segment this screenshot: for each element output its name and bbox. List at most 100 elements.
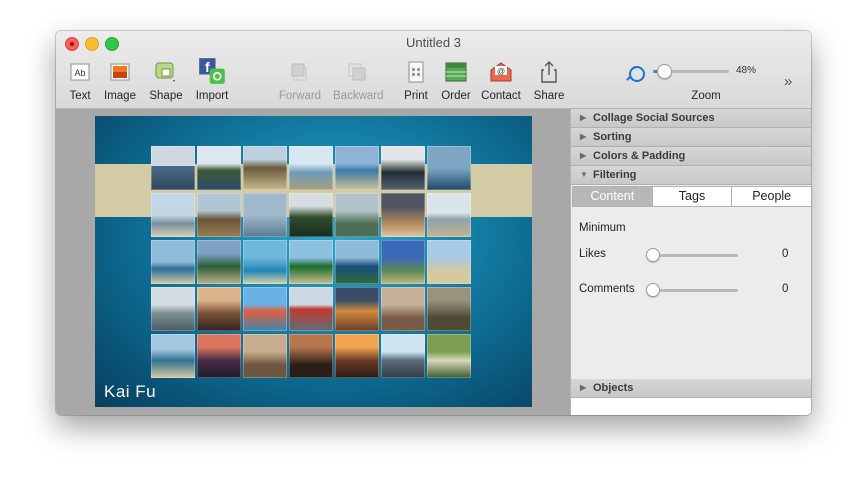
collage-photo[interactable] [381, 146, 425, 190]
filtering-tabs: Content Tags People [572, 186, 811, 207]
send-backward-icon [348, 63, 366, 81]
collage-photo[interactable] [151, 193, 195, 237]
section-sorting[interactable]: ▶ Sorting [571, 128, 811, 147]
canvas-area[interactable]: Kai Fu [56, 109, 570, 415]
svg-text:Ab: Ab [74, 68, 85, 78]
window-title: Untitled 3 [406, 35, 461, 50]
disclosure-triangle-icon: ▶ [580, 383, 587, 392]
collage-photo[interactable] [335, 146, 379, 190]
collage-photo[interactable] [151, 146, 195, 190]
shape-tool-label: Shape [149, 90, 183, 102]
comments-value: 0 [782, 283, 789, 295]
print-button[interactable]: Print [402, 57, 430, 105]
collage-photo[interactable] [381, 240, 425, 284]
collage-photo[interactable] [243, 146, 287, 190]
likes-slider-knob[interactable] [646, 248, 660, 262]
collage-photo[interactable] [197, 334, 241, 378]
collage-photo[interactable] [427, 146, 471, 190]
collage-photo[interactable] [335, 287, 379, 331]
disclosure-triangle-open-icon: ▼ [580, 170, 588, 179]
order-label: Order [441, 90, 471, 102]
collage-photo[interactable] [335, 240, 379, 284]
collage-photo[interactable] [381, 287, 425, 331]
collage-photo[interactable] [243, 240, 287, 284]
collage-photo[interactable] [151, 334, 195, 378]
collage-photo[interactable] [289, 287, 333, 331]
app-window: Untitled 3 Ab Text Image Shape f Import … [56, 31, 811, 415]
collage-name-text[interactable]: Kai Fu [104, 382, 156, 402]
collage-photo[interactable] [151, 287, 195, 331]
comments-slider-knob[interactable] [646, 283, 660, 297]
collage-photo[interactable] [427, 334, 471, 378]
likes-slider[interactable] [651, 254, 738, 257]
disclosure-triangle-icon: ▶ [580, 113, 587, 122]
minimum-label: Minimum [579, 222, 626, 234]
collage-photo[interactable] [243, 193, 287, 237]
collage-photo[interactable] [151, 240, 195, 284]
photo-grid [151, 146, 471, 378]
forward-button[interactable]: Forward [279, 57, 321, 105]
forward-label: Forward [278, 90, 322, 102]
tab-content[interactable]: Content [573, 187, 653, 206]
facebook-instagram-import-icon: f [199, 58, 225, 84]
collage-photo[interactable] [289, 193, 333, 237]
inspector-bottom-area [571, 398, 811, 415]
mail-at-icon: @ [490, 62, 512, 82]
collage-photo[interactable] [427, 287, 471, 331]
collage-photo[interactable] [381, 193, 425, 237]
collage-photo[interactable] [381, 334, 425, 378]
zoom-value: 48% [736, 65, 757, 76]
comments-label: Comments [579, 283, 635, 295]
likes-label: Likes [579, 248, 606, 260]
section-collage-social-sources[interactable]: ▶ Collage Social Sources [571, 109, 811, 128]
collage-photo[interactable] [197, 146, 241, 190]
import-tool-label: Import [195, 90, 229, 102]
collage-photo[interactable] [243, 334, 287, 378]
collage-photo[interactable] [427, 193, 471, 237]
zoom-slider-knob[interactable] [657, 64, 673, 79]
bring-forward-icon [291, 63, 307, 81]
section-objects[interactable]: ▶ Objects [571, 379, 811, 398]
toolbar-overflow-button[interactable]: » [784, 73, 792, 90]
collage-canvas[interactable]: Kai Fu [95, 116, 532, 407]
share-label: Share [533, 90, 565, 102]
backward-label: Backward [333, 90, 384, 102]
section-colors-padding[interactable]: ▶ Colors & Padding [571, 147, 811, 166]
contact-label: Contact [481, 90, 521, 102]
share-button[interactable]: Share [534, 57, 564, 105]
disclosure-triangle-icon: ▶ [580, 151, 587, 160]
collage-photo[interactable] [197, 193, 241, 237]
section-filtering[interactable]: ▼ Filtering [571, 166, 811, 185]
svg-text:@: @ [497, 67, 505, 76]
comments-slider[interactable] [651, 289, 738, 292]
collage-photo[interactable] [427, 240, 471, 284]
zoom-label: Zoom [691, 90, 721, 102]
tab-tags[interactable]: Tags [653, 187, 733, 206]
collage-photo[interactable] [335, 334, 379, 378]
tab-people[interactable]: People [732, 187, 811, 206]
shape-tool-button[interactable]: Shape [149, 57, 183, 105]
magnifier-icon [629, 66, 645, 82]
share-icon [541, 61, 557, 83]
image-tool-label: Image [104, 90, 136, 102]
collage-photo[interactable] [243, 287, 287, 331]
contact-button[interactable]: @ Contact [481, 57, 521, 105]
collage-photo[interactable] [197, 240, 241, 284]
collage-photo[interactable] [289, 146, 333, 190]
likes-value: 0 [782, 248, 789, 260]
image-icon [110, 63, 130, 81]
text-tool-button[interactable]: Ab Text [66, 57, 94, 105]
import-tool-button[interactable]: f Import [196, 57, 228, 105]
collage-photo[interactable] [197, 287, 241, 331]
image-tool-button[interactable]: Image [104, 57, 136, 105]
disclosure-triangle-icon: ▶ [580, 132, 587, 141]
inspector-panel: ▶ Collage Social Sources ▶ Sorting ▶ Col… [570, 109, 811, 415]
order-button[interactable]: Order [441, 57, 471, 105]
collage-photo[interactable] [335, 193, 379, 237]
collage-photo[interactable] [289, 240, 333, 284]
print-icon [408, 61, 424, 83]
toolbar: Untitled 3 Ab Text Image Shape f Import … [56, 31, 811, 109]
collage-photo[interactable] [289, 334, 333, 378]
svg-text:f: f [205, 59, 210, 75]
backward-button[interactable]: Backward [333, 57, 384, 105]
